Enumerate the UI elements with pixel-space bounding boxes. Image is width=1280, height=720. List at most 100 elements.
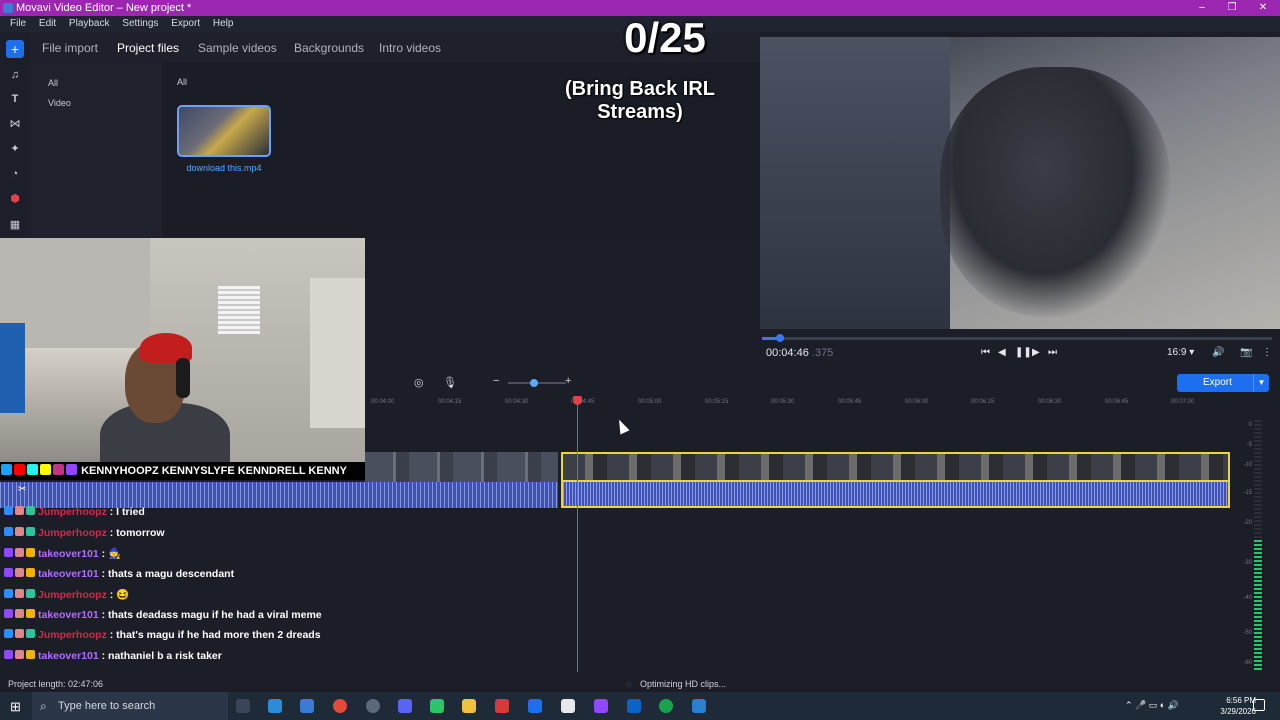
close-button[interactable]: ✕ bbox=[1248, 0, 1278, 16]
twitch-icon bbox=[66, 464, 77, 475]
media-thumbnail[interactable] bbox=[177, 105, 271, 157]
category-all[interactable]: All bbox=[48, 78, 58, 88]
tray-icons[interactable]: ⌃ 🎤 ▭ ◐ 🔊 bbox=[1125, 700, 1179, 711]
clock-time: 6:56 PM bbox=[1226, 696, 1256, 705]
ruler-tick: 00:06:30 bbox=[1038, 399, 1062, 405]
windows-taskbar: ⊞ ⌕ Type here to search ⌃ 🎤 ▭ ◐ 🔊 6:56 P… bbox=[0, 692, 1280, 720]
menu-export[interactable]: Export bbox=[171, 16, 200, 32]
tab-project-files[interactable]: Project files bbox=[117, 41, 179, 55]
taskbar-search[interactable]: ⌕ Type here to search bbox=[32, 692, 228, 720]
preview-wall bbox=[760, 37, 950, 329]
chat-message: Jumperhoopz : that's magu if he had more… bbox=[4, 629, 321, 641]
chat-message: Jumperhoopz : tomorrow bbox=[4, 527, 165, 539]
category-video[interactable]: Video bbox=[48, 98, 71, 108]
discord-icon[interactable] bbox=[398, 699, 412, 713]
restore-button[interactable]: ❐ bbox=[1217, 0, 1247, 16]
app5-icon[interactable] bbox=[594, 699, 608, 713]
chat-username: takeover101 bbox=[38, 609, 99, 621]
music-icon[interactable]: ♫ bbox=[8, 68, 22, 82]
snapchat-icon bbox=[40, 464, 51, 475]
windows-start-icon[interactable]: ⊞ bbox=[10, 699, 21, 715]
timeline-ruler[interactable]: 00:04:00 00:04:15 00:04:30 00:04:45 00:0… bbox=[365, 395, 1230, 409]
notifications-icon[interactable] bbox=[1253, 699, 1265, 711]
app2-icon[interactable] bbox=[430, 699, 444, 713]
next-frame-icon[interactable]: ▶ bbox=[1032, 347, 1040, 358]
chat-username: Jumperhoopz bbox=[38, 629, 107, 641]
scrubber-knob[interactable] bbox=[776, 334, 784, 342]
movavi-icon[interactable] bbox=[528, 699, 542, 713]
copilot-icon[interactable] bbox=[268, 699, 282, 713]
tab-intro-videos[interactable]: Intro videos bbox=[379, 41, 441, 55]
meter-label: -15 bbox=[1243, 490, 1252, 496]
chat-badges bbox=[4, 548, 38, 560]
timecode-frac: .375 bbox=[811, 347, 834, 359]
filters-icon[interactable]: ✦ bbox=[8, 142, 22, 156]
menu-edit[interactable]: Edit bbox=[39, 16, 56, 32]
app6-icon[interactable] bbox=[692, 699, 706, 713]
taskbar-clock[interactable]: 6:56 PM 3/29/2026 bbox=[1220, 695, 1256, 717]
chat-badges bbox=[4, 527, 38, 539]
task-view-icon[interactable] bbox=[236, 699, 250, 713]
prev-frame-icon[interactable]: ◀ bbox=[998, 347, 1006, 358]
preview-scrubber[interactable] bbox=[762, 337, 1272, 340]
transitions-icon[interactable]: ⋈ bbox=[8, 117, 22, 131]
skip-start-icon[interactable]: ⏮ bbox=[981, 347, 990, 358]
minimize-button[interactable]: – bbox=[1187, 0, 1217, 16]
volume-icon[interactable]: 🔊 bbox=[1212, 347, 1224, 358]
ruler-tick: 00:05:30 bbox=[771, 399, 795, 405]
chrome-icon[interactable] bbox=[333, 699, 347, 713]
menu-settings[interactable]: Settings bbox=[122, 16, 158, 32]
menu-help[interactable]: Help bbox=[213, 16, 234, 32]
microphone-icon[interactable]: 🎙 bbox=[443, 376, 457, 389]
ruler-tick: 00:05:00 bbox=[638, 399, 662, 405]
menu-file[interactable]: File bbox=[10, 16, 26, 32]
tab-sample-videos[interactable]: Sample videos bbox=[198, 41, 277, 55]
meter-label: -20 bbox=[1243, 520, 1252, 526]
skip-end-icon[interactable]: ⏭ bbox=[1048, 347, 1057, 358]
export-dropdown-icon[interactable]: ▼ bbox=[1253, 374, 1269, 392]
zoom-slider-knob[interactable] bbox=[530, 379, 538, 387]
video-preview[interactable] bbox=[760, 37, 1280, 329]
media-filename[interactable]: download this.mp4 bbox=[170, 163, 278, 173]
outlook-icon[interactable] bbox=[627, 699, 641, 713]
aspect-ratio-select[interactable]: 16:9 ▾ bbox=[1167, 347, 1194, 358]
app-icon[interactable] bbox=[366, 699, 380, 713]
file-explorer-icon[interactable] bbox=[462, 699, 476, 713]
chat-username: Jumperhoopz bbox=[38, 589, 107, 601]
audio-clip-selected[interactable] bbox=[561, 482, 1230, 508]
app3-icon[interactable] bbox=[495, 699, 509, 713]
ruler-tick: 00:05:45 bbox=[838, 399, 862, 405]
playhead-line[interactable] bbox=[577, 400, 578, 672]
optimizing-status: Optimizing HD clips... bbox=[640, 679, 727, 689]
webcam-headset bbox=[176, 358, 190, 398]
meter-label: -5 bbox=[1246, 442, 1252, 448]
chat-username: takeover101 bbox=[38, 568, 99, 580]
store-icon[interactable] bbox=[300, 699, 314, 713]
titles-icon[interactable]: T bbox=[8, 92, 22, 106]
webcam-door bbox=[310, 278, 365, 428]
add-media-button[interactable]: + bbox=[6, 40, 24, 58]
media-header: All bbox=[177, 77, 188, 87]
video-clip[interactable] bbox=[365, 452, 558, 482]
tab-file-import[interactable]: File import bbox=[42, 41, 98, 55]
stickers-icon[interactable]: ◔ bbox=[8, 167, 22, 181]
pause-icon[interactable]: ❚❚ bbox=[1015, 347, 1032, 358]
app4-icon[interactable] bbox=[561, 699, 575, 713]
xbox-icon[interactable] bbox=[659, 699, 673, 713]
playhead-handle[interactable] bbox=[573, 396, 582, 405]
ruler-tick: 00:07:00 bbox=[1171, 399, 1195, 405]
mouse-cursor-icon bbox=[614, 417, 630, 435]
tab-backgrounds[interactable]: Backgrounds bbox=[294, 41, 364, 55]
video-clip-selected[interactable] bbox=[561, 452, 1230, 482]
more-tools-icon[interactable]: ▦ bbox=[8, 218, 22, 232]
audio-link-icon[interactable]: ✂ bbox=[18, 484, 26, 495]
more-icon[interactable]: ⋮ bbox=[1262, 347, 1272, 358]
zoom-in-icon[interactable]: + bbox=[565, 375, 571, 387]
snapshot-icon[interactable]: 📷 bbox=[1240, 347, 1252, 358]
export-button[interactable]: Export ▼ bbox=[1177, 374, 1269, 392]
menu-playback[interactable]: Playback bbox=[69, 16, 110, 32]
meter-label: -40 bbox=[1243, 595, 1252, 601]
record-icon[interactable]: ⬢ bbox=[8, 192, 22, 206]
zoom-out-icon[interactable]: − bbox=[493, 375, 499, 387]
marker-icon[interactable]: ◎ bbox=[414, 376, 424, 389]
